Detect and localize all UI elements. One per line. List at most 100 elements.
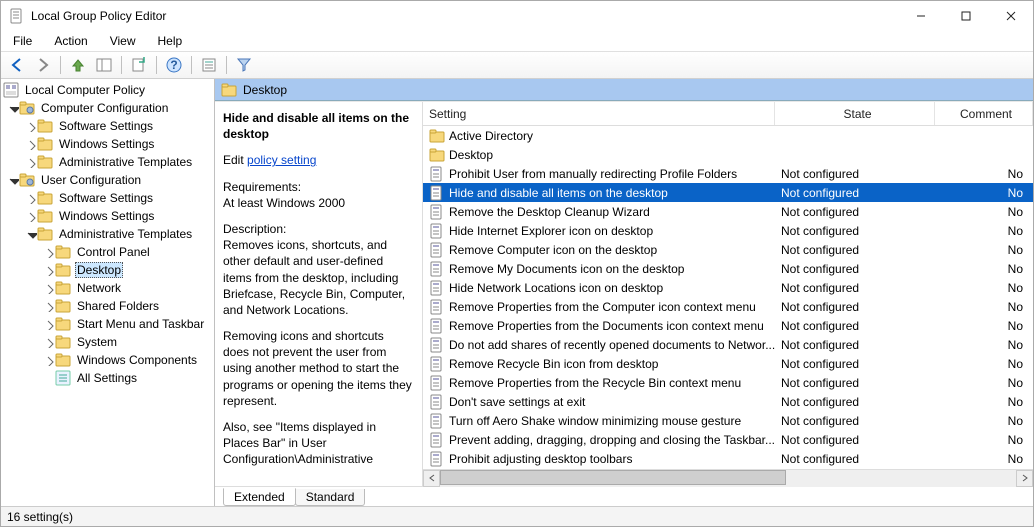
scroll-left-button[interactable] (423, 470, 440, 487)
state-cell: Not configured (775, 395, 935, 409)
list-row[interactable]: Prohibit User from manually redirecting … (423, 164, 1033, 183)
tree-item-system[interactable]: System (1, 333, 214, 351)
menu-action[interactable]: Action (50, 32, 91, 50)
chevron-right-icon[interactable] (43, 372, 55, 384)
forward-button[interactable] (31, 54, 55, 76)
list-row[interactable]: Remove Computer icon on the desktopNot c… (423, 240, 1033, 259)
list-row[interactable]: Don't save settings at exitNot configure… (423, 392, 1033, 411)
column-setting[interactable]: Setting (423, 102, 775, 125)
view-tabs: Extended Standard (215, 486, 1033, 506)
chevron-down-icon[interactable] (25, 228, 37, 240)
folder-icon (37, 136, 53, 152)
policy-icon (429, 204, 445, 220)
list-row[interactable]: Prohibit adjusting desktop toolbarsNot c… (423, 449, 1033, 468)
list-body[interactable]: Active Directory DesktopProhibit User fro… (423, 126, 1033, 469)
column-comment[interactable]: Comment (935, 102, 1033, 125)
chevron-right-icon[interactable] (25, 138, 37, 150)
chevron-right-icon[interactable] (25, 192, 37, 204)
tree-item-user-configuration[interactable]: User Configuration (1, 171, 214, 189)
tree-item-windows-components[interactable]: Windows Components (1, 351, 214, 369)
list-row[interactable]: Active Directory (423, 126, 1033, 145)
tree-item-software-settings[interactable]: Software Settings (1, 189, 214, 207)
close-button[interactable] (988, 1, 1033, 31)
chevron-right-icon[interactable] (43, 282, 55, 294)
chevron-right-icon[interactable] (43, 300, 55, 312)
chevron-right-icon[interactable] (43, 318, 55, 330)
folder-icon (37, 208, 53, 224)
chevron-right-icon[interactable] (43, 354, 55, 366)
chevron-right-icon[interactable] (43, 246, 55, 258)
policy-icon (429, 451, 445, 467)
tree-item-root[interactable]: Local Computer Policy (1, 81, 214, 99)
tree-item-computer-configuration[interactable]: Computer Configuration (1, 99, 214, 117)
tree-item-administrative-templates[interactable]: Administrative Templates (1, 153, 214, 171)
tree-pane[interactable]: Local Computer Policy Computer Configura… (1, 79, 215, 506)
show-hide-tree-button[interactable] (92, 54, 116, 76)
scroll-right-button[interactable] (1016, 470, 1033, 487)
setting-name: Hide and disable all items on the deskto… (449, 186, 668, 200)
up-button[interactable] (66, 54, 90, 76)
maximize-button[interactable] (943, 1, 988, 31)
chevron-down-icon[interactable] (7, 102, 19, 114)
list-row[interactable]: Remove the Desktop Cleanup WizardNot con… (423, 202, 1033, 221)
tree-item-software-settings[interactable]: Software Settings (1, 117, 214, 135)
chevron-right-icon[interactable] (25, 210, 37, 222)
tree-item-control-panel[interactable]: Control Panel (1, 243, 214, 261)
list-row[interactable]: Desktop (423, 145, 1033, 164)
separator (156, 56, 157, 74)
list-row[interactable]: Hide and disable all items on the deskto… (423, 183, 1033, 202)
list-row[interactable]: Remove Properties from the Recycle Bin c… (423, 373, 1033, 392)
policy-icon (429, 413, 445, 429)
state-cell: Not configured (775, 262, 935, 276)
tree-item-desktop[interactable]: Desktop (1, 261, 214, 279)
menu-help[interactable]: Help (154, 32, 187, 50)
list-row[interactable]: Remove Properties from the Computer icon… (423, 297, 1033, 316)
edit-policy-link[interactable]: policy setting (247, 153, 316, 167)
description-text: Removing icons and shortcuts does not pr… (223, 328, 412, 409)
scroll-thumb[interactable] (440, 470, 786, 485)
state-cell: Not configured (775, 243, 935, 257)
list-row[interactable]: Do not add shares of recently opened doc… (423, 335, 1033, 354)
state-cell: Not configured (775, 319, 935, 333)
tree-item-all-settings[interactable]: All Settings (1, 369, 214, 387)
comment-cell: No (935, 452, 1033, 466)
tree-item-shared-folders[interactable]: Shared Folders (1, 297, 214, 315)
help-button[interactable] (162, 54, 186, 76)
properties-button[interactable] (197, 54, 221, 76)
minimize-button[interactable] (898, 1, 943, 31)
export-list-button[interactable] (127, 54, 151, 76)
tab-extended[interactable]: Extended (223, 488, 296, 506)
chevron-down-icon[interactable] (7, 174, 19, 186)
chevron-right-icon[interactable] (25, 120, 37, 132)
chevron-right-icon[interactable] (43, 336, 55, 348)
list-row[interactable]: Remove Properties from the Documents ico… (423, 316, 1033, 335)
policy-icon (429, 432, 445, 448)
chevron-right-icon[interactable] (43, 264, 55, 276)
list-row[interactable]: Hide Network Locations icon on desktopNo… (423, 278, 1033, 297)
tree-item-start-menu-and-taskbar[interactable]: Start Menu and Taskbar (1, 315, 214, 333)
menu-view[interactable]: View (106, 32, 140, 50)
statusbar: 16 setting(s) (1, 506, 1033, 526)
filter-button[interactable] (232, 54, 256, 76)
chevron-right-icon[interactable] (25, 156, 37, 168)
horizontal-scrollbar[interactable] (423, 469, 1033, 486)
setting-name: Active Directory (449, 129, 533, 143)
list-row[interactable]: Remove Recycle Bin icon from desktopNot … (423, 354, 1033, 373)
folder-icon (37, 226, 53, 242)
column-state[interactable]: State (775, 102, 935, 125)
list-row[interactable]: Turn off Aero Shake window minimizing mo… (423, 411, 1033, 430)
tree-item-administrative-templates[interactable]: Administrative Templates (1, 225, 214, 243)
tab-standard[interactable]: Standard (295, 489, 366, 506)
list-row[interactable]: Prevent adding, dragging, dropping and c… (423, 430, 1033, 449)
list-header: Setting State Comment (423, 102, 1033, 126)
list-row[interactable]: Hide Internet Explorer icon on desktopNo… (423, 221, 1033, 240)
requirements-text: At least Windows 2000 (223, 195, 412, 211)
scroll-track[interactable] (440, 470, 1016, 487)
tree-item-network[interactable]: Network (1, 279, 214, 297)
list-row[interactable]: Remove My Documents icon on the desktopN… (423, 259, 1033, 278)
tree-item-windows-settings[interactable]: Windows Settings (1, 207, 214, 225)
state-cell: Not configured (775, 300, 935, 314)
tree-item-windows-settings[interactable]: Windows Settings (1, 135, 214, 153)
back-button[interactable] (5, 54, 29, 76)
menu-file[interactable]: File (9, 32, 36, 50)
